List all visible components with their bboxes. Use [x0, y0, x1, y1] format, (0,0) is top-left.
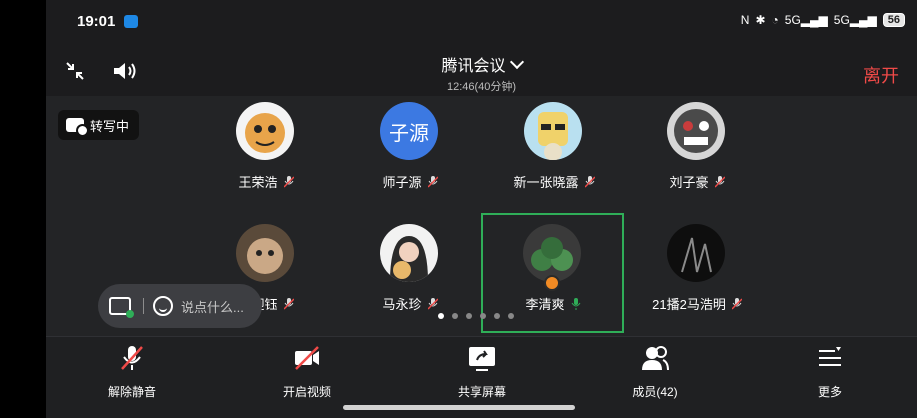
chat-icon[interactable]	[109, 297, 134, 318]
avatar-girl-icon	[380, 224, 438, 282]
transcribe-badge[interactable]: 转写中	[58, 110, 140, 140]
mic-muted-icon	[731, 298, 742, 310]
status-icons: N ✱ ◔ 5G▂▄▆ 5G▂▄▆ 56	[741, 13, 905, 27]
battery-indicator: 56	[882, 13, 905, 27]
mic-muted-icon	[584, 176, 595, 188]
avatar-monster-icon	[667, 102, 725, 160]
mic-muted-icon	[283, 176, 294, 188]
host-badge-icon	[544, 275, 560, 291]
unmute-button[interactable]: 解除静音	[72, 343, 192, 400]
unmute-label: 解除静音	[107, 385, 156, 399]
mic-muted-icon	[427, 176, 438, 188]
chat-separator	[143, 298, 144, 314]
participant-tile[interactable]: 马永珍	[338, 217, 482, 337]
mic-muted-icon	[283, 298, 294, 310]
page-dot[interactable]	[480, 313, 486, 319]
home-indicator[interactable]	[343, 405, 575, 410]
more-icon	[819, 347, 841, 366]
avatar-tiger-icon	[236, 102, 294, 160]
participant-name: 21播2马浩明	[625, 294, 769, 313]
chat-input-bar[interactable]: 说点什么...	[98, 284, 262, 328]
mic-off-icon	[121, 346, 143, 370]
transcribe-icon	[66, 118, 89, 137]
left-black-strip	[0, 0, 46, 417]
members-icon	[642, 346, 669, 371]
page-dot[interactable]	[508, 313, 514, 319]
participant-tile[interactable]: 子源 师子源	[338, 95, 482, 215]
avatar-cat-icon	[236, 224, 294, 282]
mic-muted-icon	[714, 176, 725, 188]
wifi-icon: ◔	[771, 13, 779, 27]
app-notification-icon	[124, 15, 138, 28]
avatar-cartoon-icon	[524, 102, 582, 160]
bluetooth-icon: ✱	[755, 13, 766, 27]
participant-tile-active-speaker[interactable]: 李清爽	[481, 217, 625, 337]
more-label: 更多	[817, 385, 842, 399]
share-screen-label: 共享屏幕	[457, 385, 506, 399]
emoji-icon[interactable]	[153, 296, 173, 316]
meeting-screen: 19:01 N ✱ ◔ 5G▂▄▆ 5G▂▄▆ 56 腾讯会议 12:46(40…	[46, 0, 917, 418]
meeting-title-wrap[interactable]: 腾讯会议	[46, 52, 917, 76]
more-button[interactable]: 更多	[770, 343, 890, 400]
mic-muted-icon	[427, 298, 438, 310]
meeting-time: 12:46(40分钟)	[446, 81, 517, 93]
video-off-icon	[295, 346, 319, 370]
avatar-initials: 子源	[380, 102, 438, 160]
page-dot[interactable]	[452, 313, 458, 319]
participant-tile[interactable]: 刘子豪	[625, 95, 769, 215]
members-label: 成员(42)	[632, 385, 678, 399]
participant-name: 师子源	[338, 172, 482, 191]
signal-icon-1: 5G▂▄▆	[784, 13, 828, 27]
participant-tile[interactable]: 21播2马浩明	[625, 217, 769, 337]
participant-name: 王荣浩	[194, 172, 338, 191]
members-button[interactable]: 成员(42)	[595, 343, 715, 400]
start-video-button[interactable]: 开启视频	[247, 343, 367, 400]
start-video-label: 开启视频	[282, 385, 331, 399]
avatar-dark-icon	[667, 224, 725, 282]
share-screen-button[interactable]: 共享屏幕	[422, 343, 542, 400]
signal-icon-2: 5G▂▄▆	[833, 13, 877, 27]
transcribe-label: 转写中	[90, 118, 130, 134]
nfc-icon: N	[740, 13, 750, 27]
participant-name: 刘子豪	[625, 172, 769, 191]
participant-name: 李清爽	[481, 294, 625, 313]
participant-tile[interactable]: 新一张晓露	[482, 95, 626, 215]
mic-active-icon	[571, 298, 580, 310]
participant-name: 新一张晓露	[482, 172, 626, 191]
page-dot[interactable]	[466, 313, 472, 319]
participant-tile[interactable]: 王荣浩	[194, 95, 338, 215]
page-indicator[interactable]	[438, 313, 514, 319]
participant-name: 马永珍	[338, 294, 482, 313]
leave-button[interactable]: 离开	[863, 62, 899, 88]
bottom-toolbar: 解除静音 开启视频 共享屏幕 成员(42) 更多	[46, 336, 917, 418]
avatar-watermelon-icon	[523, 224, 581, 282]
share-screen-icon	[469, 347, 495, 371]
page-dot-active[interactable]	[438, 313, 444, 319]
status-time: 19:01	[77, 13, 116, 30]
page-dot[interactable]	[494, 313, 500, 319]
chevron-down-icon[interactable]	[509, 54, 524, 70]
meeting-title[interactable]: 腾讯会议	[441, 58, 505, 75]
top-bar: 19:01 N ✱ ◔ 5G▂▄▆ 5G▂▄▆ 56 腾讯会议 12:46(40…	[46, 0, 917, 96]
chat-placeholder[interactable]: 说点什么...	[181, 297, 244, 316]
